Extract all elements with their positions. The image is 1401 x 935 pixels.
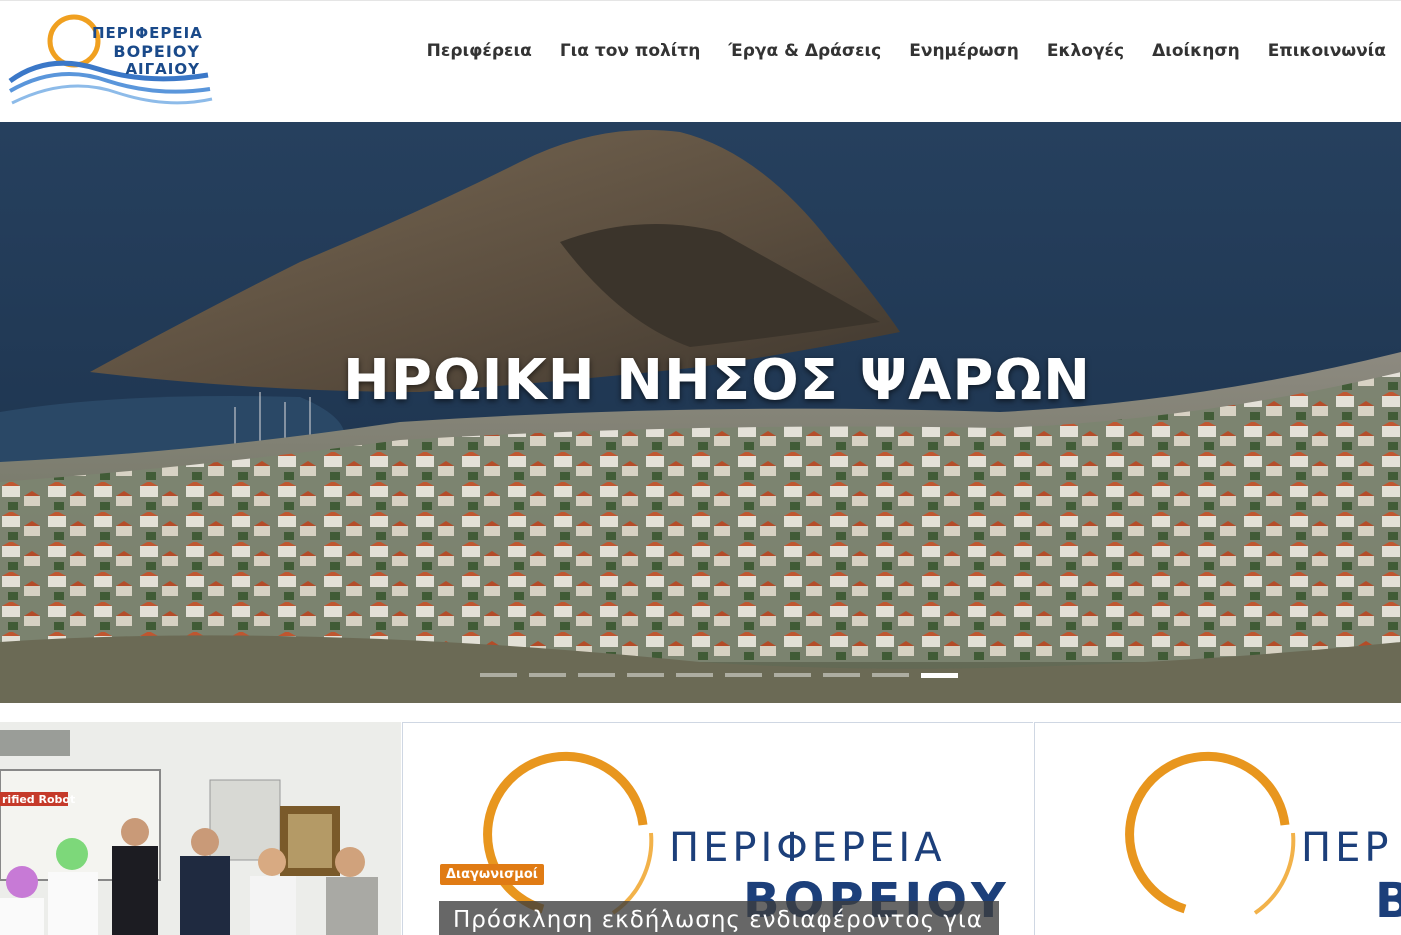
slider-dot[interactable] [578, 673, 615, 677]
brand-line-1: ΠΕΡ [1301, 825, 1393, 871]
site-header: ΠΕΡΙΦΕΡΕΙΑ ΒΟΡΕΙΟΥ ΑΙΓΑΙΟΥ Περιφέρεια Γι… [0, 0, 1401, 122]
group-photo: rified Robot [0, 722, 401, 935]
brand-line-1: ΠΕΡΙΦΕΡΕΙΑ [669, 825, 946, 871]
slider-dot[interactable] [529, 673, 566, 677]
region-logo[interactable]: ΠΕΡΙΦΕΡΕΙΑ ΒΟΡΕΙΟΥ ΑΙΓΑΙΟΥ [8, 11, 213, 111]
slider-dot[interactable] [774, 673, 811, 677]
nav-item-contact[interactable]: Επικοινωνία [1268, 41, 1386, 61]
news-card-photo[interactable]: rified Robot [0, 722, 401, 935]
slider-dot[interactable] [627, 673, 664, 677]
slider-dot[interactable] [480, 673, 517, 677]
slider-dot[interactable] [676, 673, 713, 677]
logo-line-3: ΑΙΓΑΙΟΥ [125, 60, 200, 78]
brand-line-2: Β [1375, 873, 1401, 929]
slider-dot[interactable] [725, 673, 762, 677]
poster-text: rified Robot [2, 793, 75, 806]
logo-line-1: ΠΕΡΙΦΕΡΕΙΑ [92, 24, 203, 42]
news-caption[interactable]: Πρόσκληση εκδήλωσης ενδιαφέροντος για [439, 901, 999, 935]
slider-dot[interactable] [872, 673, 909, 677]
main-nav: Περιφέρεια Για τον πολίτη Έργα & Δράσεις… [427, 41, 1386, 61]
slider-pagination [480, 673, 958, 678]
nav-item-projects[interactable]: Έργα & Δράσεις [728, 41, 881, 61]
news-card-tender[interactable]: ΠΕΡΙΦΕΡΕΙΑ ΒΟΡΕΙΟΥ Διαγωνισμοί Πρόσκληση… [402, 722, 1033, 935]
nav-item-region[interactable]: Περιφέρεια [427, 41, 532, 61]
nav-item-news[interactable]: Ενημέρωση [909, 41, 1019, 61]
news-cards: rified Robot ΠΕΡΙΦΕΡΕΙΑ ΒΟΡΕΙΟΥ Διαγωνισ… [0, 722, 1401, 935]
logo-line-2: ΒΟΡΕΙΟΥ [113, 42, 200, 61]
nav-item-administration[interactable]: Διοίκηση [1152, 41, 1240, 61]
slider-dot-active[interactable] [921, 673, 958, 678]
nav-item-elections[interactable]: Εκλογές [1047, 41, 1124, 61]
nav-item-citizen[interactable]: Για τον πολίτη [560, 41, 701, 61]
hero-title: ΗΡΩΙΚΗ ΝΗΣΟΣ ΨΑΡΩΝ [343, 348, 1091, 413]
news-card-brand[interactable]: ΠΕΡ Β [1034, 722, 1401, 935]
category-badge[interactable]: Διαγωνισμοί [440, 864, 544, 885]
slider-dot[interactable] [823, 673, 860, 677]
hero-slider[interactable]: ΗΡΩΙΚΗ ΝΗΣΟΣ ΨΑΡΩΝ [0, 122, 1401, 703]
